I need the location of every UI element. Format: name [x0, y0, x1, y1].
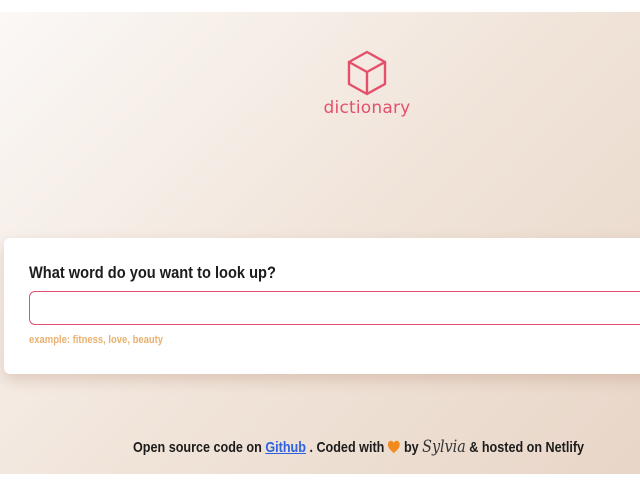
logo-text: dictionary	[323, 98, 411, 118]
page: dictionary What word do you want to look…	[0, 12, 640, 474]
footer: Open source code on Github . Coded with …	[133, 437, 584, 457]
footer-text-source: Open source code on	[133, 439, 262, 456]
search-hint: example: fitness, love, beauty	[29, 334, 164, 346]
github-link[interactable]: Github	[265, 439, 306, 456]
orange-heart-icon	[388, 440, 401, 454]
author-signature: Sylvia	[422, 437, 466, 457]
logo: dictionary	[300, 50, 434, 118]
search-card: What word do you want to look up? exampl…	[4, 238, 640, 374]
cube-icon	[347, 50, 387, 96]
search-input[interactable]	[29, 291, 640, 325]
footer-text-by: by	[403, 439, 419, 456]
footer-text-hosted: & hosted on Netlify	[469, 439, 585, 456]
search-question: What word do you want to look up?	[29, 263, 276, 282]
footer-text-coded: . Coded with	[309, 439, 385, 456]
